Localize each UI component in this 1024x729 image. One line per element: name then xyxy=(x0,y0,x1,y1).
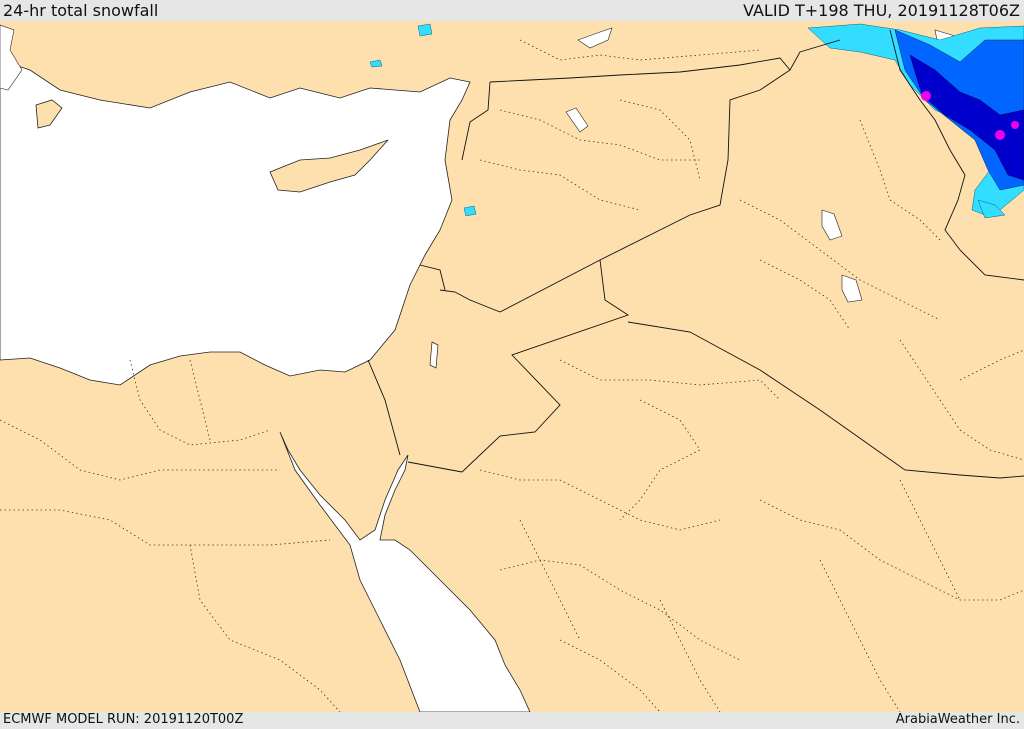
snow-patch-lebanon xyxy=(463,205,477,217)
snow-patch-turkey-west xyxy=(417,23,433,37)
snow-max-2 xyxy=(995,130,1005,140)
valid-time: VALID T+198 THU, 20191128T06Z xyxy=(743,1,1020,20)
snow-max-1 xyxy=(921,91,931,101)
header-bar: 24-hr total snowfall VALID T+198 THU, 20… xyxy=(0,0,1024,21)
map-title: 24-hr total snowfall xyxy=(3,1,159,20)
snow-max-3 xyxy=(1011,121,1019,129)
credit-label: ArabiaWeather Inc. xyxy=(895,712,1020,727)
model-run-label: ECMWF MODEL RUN: 20191120T00Z xyxy=(3,712,244,727)
snowfall-map xyxy=(0,21,1024,712)
footer-bar: ECMWF MODEL RUN: 20191120T00Z ArabiaWeat… xyxy=(0,712,1024,729)
